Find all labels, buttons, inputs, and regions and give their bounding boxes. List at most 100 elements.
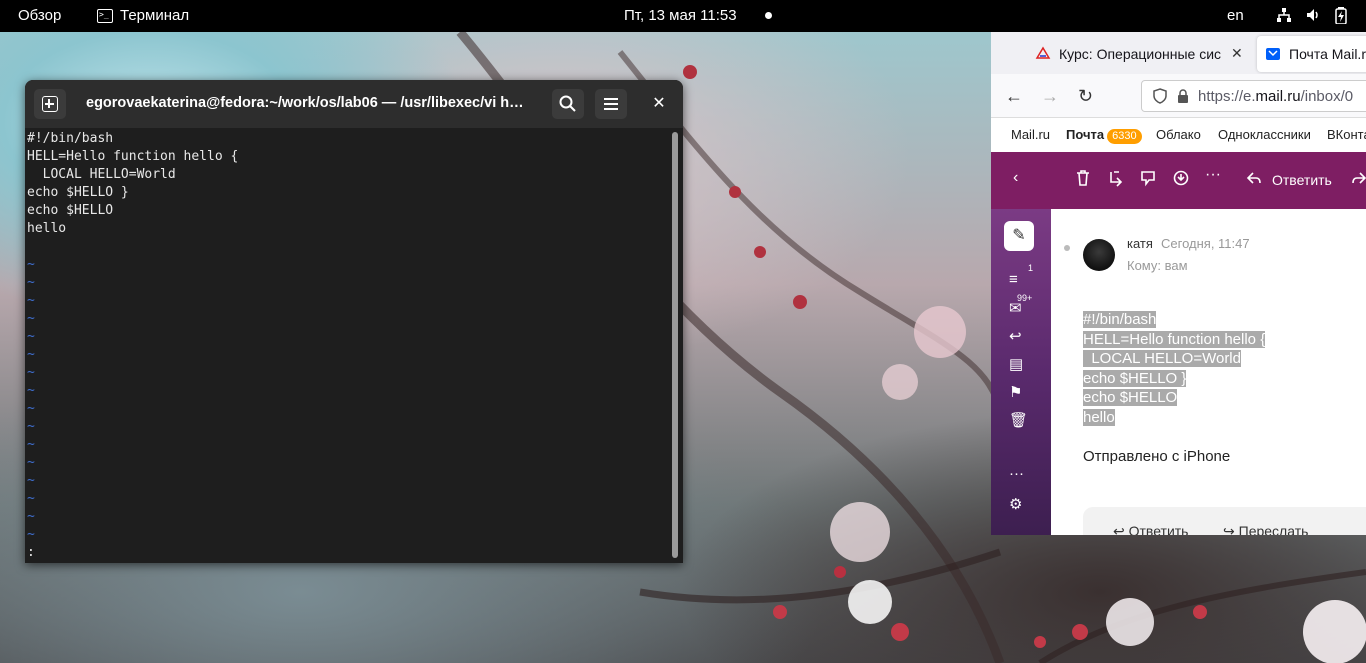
inbox-badge: 1: [1028, 263, 1034, 273]
spam-icon[interactable]: [1140, 169, 1156, 192]
unread-count-badge: 6330: [1107, 129, 1142, 144]
avatar[interactable]: [1083, 239, 1115, 271]
terminal-line: echo $HELLO }: [27, 185, 129, 200]
forward-icon[interactable]: [1351, 169, 1366, 192]
nav-ok[interactable]: Одноклассники: [1218, 127, 1311, 142]
message-line: HELL=Hello function hello {: [1083, 330, 1266, 350]
recipient-line: Кому: вам: [1127, 258, 1188, 273]
trash-folder-icon[interactable]: 🗑: [1009, 411, 1028, 429]
forward-button[interactable]: ↪ Переслать: [1223, 523, 1308, 535]
terminal-scrollbar[interactable]: [672, 132, 678, 558]
message-line: #!/bin/bash: [1083, 310, 1265, 330]
vim-empty-line-marker: ~: [27, 473, 35, 488]
move-icon[interactable]: [1108, 169, 1124, 192]
vim-empty-line-marker: ~: [27, 383, 35, 398]
reply-icon: [1246, 169, 1262, 192]
url-suffix: /inbox/0: [1300, 87, 1354, 105]
vim-empty-line-marker: ~: [27, 257, 35, 272]
back-chevron-icon[interactable]: ‹: [1013, 169, 1018, 187]
forward-arrow-icon[interactable]: →: [1041, 86, 1059, 107]
battery-icon[interactable]: [1335, 7, 1347, 28]
vim-empty-line-marker: ~: [27, 329, 35, 344]
trash-icon[interactable]: [1075, 169, 1091, 192]
tab-close-icon[interactable]: ✕: [1231, 45, 1243, 62]
drafts-icon[interactable]: ▤: [1009, 355, 1023, 373]
terminal-window[interactable]: egorovaekaterina@fedora:~/work/os/lab06 …: [25, 80, 683, 563]
app-menu-label: Терминал: [120, 7, 190, 24]
terminal-header-bar[interactable]: egorovaekaterina@fedora:~/work/os/lab06 …: [25, 80, 683, 128]
browser-window[interactable]: Курс: Операционные сис ✕ Почта Mail.r ← …: [991, 32, 1366, 535]
url-text: https://e.mail.ru/inbox/0: [1198, 88, 1353, 105]
more-icon[interactable]: ···: [1205, 166, 1221, 184]
inbox-list-icon[interactable]: ≡: [1009, 271, 1018, 288]
forward-label: Переслать: [1238, 523, 1309, 535]
new-tab-button[interactable]: [34, 89, 66, 119]
vim-empty-line-marker: ~: [27, 311, 35, 326]
vim-command-prompt[interactable]: :: [27, 544, 667, 562]
hamburger-line: [604, 103, 618, 105]
search-button[interactable]: [552, 89, 584, 119]
selected-text: LOCAL HELLO=World: [1083, 350, 1241, 367]
selected-text: hello: [1083, 408, 1115, 426]
toolbar-reply-button[interactable]: Ответить: [1272, 172, 1332, 188]
volume-icon[interactable]: [1305, 7, 1321, 27]
reply-button[interactable]: ↩ Ответить: [1113, 523, 1188, 535]
keyboard-layout-indicator[interactable]: en: [1227, 7, 1244, 24]
spam-folder-icon[interactable]: ⚑: [1009, 383, 1022, 401]
terminal-icon: >_: [97, 8, 113, 23]
more-folders-icon[interactable]: ···: [1009, 465, 1024, 482]
navigation-bar: ← → ↻ https://e.mail.ru/inbox/0: [991, 74, 1366, 118]
quick-actions: ↩ Ответить ↪ Переслать: [1083, 507, 1366, 535]
vim-empty-line-marker: ~: [27, 365, 35, 380]
selected-text: echo $HELLO }: [1083, 369, 1187, 387]
tab-course[interactable]: Курс: Операционные сис: [1035, 36, 1253, 72]
tab-mail[interactable]: Почта Mail.r: [1257, 36, 1366, 72]
unread-dot[interactable]: [1064, 245, 1070, 251]
nav-mail[interactable]: Почта 6330: [1066, 127, 1142, 144]
network-icon[interactable]: [1276, 7, 1292, 27]
terminal-content[interactable]: #!/bin/bash HELL=Hello function hello { L…: [27, 130, 667, 562]
lock-icon: [1178, 89, 1188, 103]
message-line: echo $HELLO: [1083, 388, 1265, 408]
terminal-title: egorovaekaterina@fedora:~/work/os/lab06 …: [86, 95, 524, 111]
unread-badge: 99+: [1017, 293, 1033, 303]
reload-icon[interactable]: ↻: [1078, 86, 1093, 107]
url-bar[interactable]: https://e.mail.ru/inbox/0: [1141, 80, 1366, 112]
nav-mailru[interactable]: Mail.ru: [1011, 127, 1050, 142]
back-arrow-icon[interactable]: ←: [1005, 86, 1023, 107]
message-line: LOCAL HELLO=World: [1083, 349, 1265, 369]
vim-empty-line-marker: ~: [27, 509, 35, 524]
close-button[interactable]: ✕: [647, 92, 671, 116]
vim-empty-line-marker: ~: [27, 455, 35, 470]
reply-label: Ответить: [1128, 523, 1189, 535]
tab-strip: Курс: Операционные сис ✕ Почта Mail.r: [991, 32, 1366, 74]
new-tab-icon: [42, 96, 58, 112]
shield-icon: [1153, 88, 1167, 104]
selected-text: HELL=Hello function hello {: [1083, 330, 1266, 348]
vim-empty-line-marker: ~: [27, 347, 35, 362]
selected-text: echo $HELLO: [1083, 389, 1178, 406]
vim-empty-line-marker: ~: [27, 527, 35, 542]
settings-gear-icon[interactable]: ⚙: [1009, 495, 1022, 513]
mail-toolbar: ‹ ··· Ответить: [991, 152, 1366, 209]
menu-button[interactable]: [595, 89, 627, 119]
vim-empty-line-marker: ~: [27, 401, 35, 416]
notification-dot: [765, 12, 772, 19]
signature: Отправлено с iPhone: [1083, 448, 1231, 465]
archive-icon[interactable]: [1173, 169, 1189, 192]
nav-cloud[interactable]: Облако: [1156, 127, 1201, 142]
top-bar: Обзор >_ Терминал Пт, 13 мая 11:53 en: [0, 0, 1366, 32]
clock[interactable]: Пт, 13 мая 11:53: [624, 7, 737, 24]
terminal-line: #!/bin/bash: [27, 131, 114, 146]
vim-empty-line-marker: ~: [27, 293, 35, 308]
sender-name[interactable]: катя: [1127, 236, 1153, 251]
message-view: катя Сегодня, 11:47 Кому: вам #!/bin/bas…: [1051, 209, 1366, 535]
nav-vk[interactable]: ВКонта: [1327, 127, 1366, 142]
activities-button[interactable]: Обзор: [18, 7, 61, 24]
app-menu-terminal[interactable]: >_ Терминал: [97, 7, 189, 24]
portal-nav: Mail.ru Почта 6330 Облако Одноклассники В…: [991, 118, 1366, 152]
compose-pencil-icon[interactable]: ✎: [1004, 221, 1034, 251]
message-line: hello: [1083, 408, 1265, 428]
hamburger-icon: [604, 98, 618, 100]
sent-reply-icon[interactable]: ↩: [1009, 327, 1022, 345]
